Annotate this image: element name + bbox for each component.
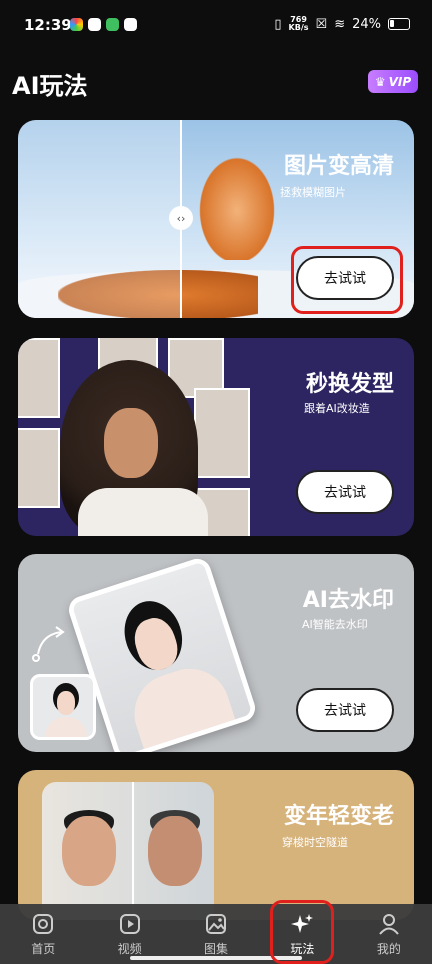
card-subtitle: 穿梭时空隧道 [282, 836, 348, 849]
card-subtitle: 跟着AI改妆造 [304, 402, 370, 415]
app-notification-icon [106, 18, 119, 31]
nav-video[interactable]: 视频 [86, 904, 172, 964]
try-button[interactable]: 去试试 [296, 470, 394, 514]
play-icon [118, 912, 142, 936]
card-subtitle: 拯救模糊图片 [280, 186, 346, 199]
battery-icon [388, 18, 410, 30]
hairstyle-thumb [194, 388, 250, 478]
nav-home[interactable]: 首页 [0, 904, 86, 964]
face-image [104, 408, 158, 478]
card-title: 图片变高清 [283, 154, 394, 179]
app-notification-icon [124, 18, 137, 31]
hairstyle-thumb [18, 338, 60, 418]
crown-icon: ♛ [374, 74, 386, 89]
nav-gallery[interactable]: 图集 [173, 904, 259, 964]
shirt-image [78, 488, 208, 536]
nav-mine[interactable]: 我的 [346, 904, 432, 964]
arrow-icon [32, 626, 65, 662]
notification-icons [70, 18, 137, 31]
try-button[interactable]: 去试试 [296, 688, 394, 732]
portrait-thumb [30, 674, 96, 740]
app-notification-icon [88, 18, 101, 31]
age-portrait [42, 782, 214, 920]
user-icon [377, 912, 401, 936]
compare-handle-icon[interactable]: ‹› [169, 206, 193, 230]
card-subtitle: AI智能去水印 [302, 618, 368, 631]
card-title: 变年轻变老 [283, 804, 394, 829]
fox-head-image [194, 150, 280, 260]
card-hairstyle[interactable]: 秒换发型 跟着AI改妆造 去试试 [18, 338, 414, 536]
instagram-icon [31, 912, 55, 936]
bottom-nav: 首页 视频 图集 玩法 我的 [0, 904, 432, 964]
highlight-box [291, 246, 403, 314]
page-title: AI玩法 [12, 72, 88, 100]
highlight-box [270, 900, 334, 964]
hairstyle-thumb [18, 428, 60, 508]
blur-overlay [18, 120, 180, 318]
card-title: AI去水印 [302, 588, 394, 613]
status-bar: 12:39 ▯ 769 KB/s ☒ ≋ 24% [0, 0, 432, 52]
battery-percent: 24% [352, 16, 381, 32]
card-title: 秒换发型 [305, 372, 394, 397]
network-speed: 769 KB/s [288, 15, 309, 32]
vibrate-icon: ▯ [274, 16, 282, 32]
card-age-change[interactable]: 变年轻变老 穿梭时空隧道 [18, 770, 414, 920]
status-time: 12:39 [24, 16, 72, 34]
app-notification-icon [70, 18, 83, 31]
vip-button[interactable]: ♛ VIP [368, 70, 418, 93]
status-right: ▯ 769 KB/s ☒ ≋ 24% [274, 16, 410, 32]
vip-label: VIP [388, 74, 412, 89]
sim-icon: ☒ [315, 16, 328, 32]
gallery-icon [204, 912, 228, 936]
wifi-icon: ≋ [334, 16, 346, 32]
card-remove-watermark[interactable]: AI去水印 AI智能去水印 去试试 [18, 554, 414, 752]
